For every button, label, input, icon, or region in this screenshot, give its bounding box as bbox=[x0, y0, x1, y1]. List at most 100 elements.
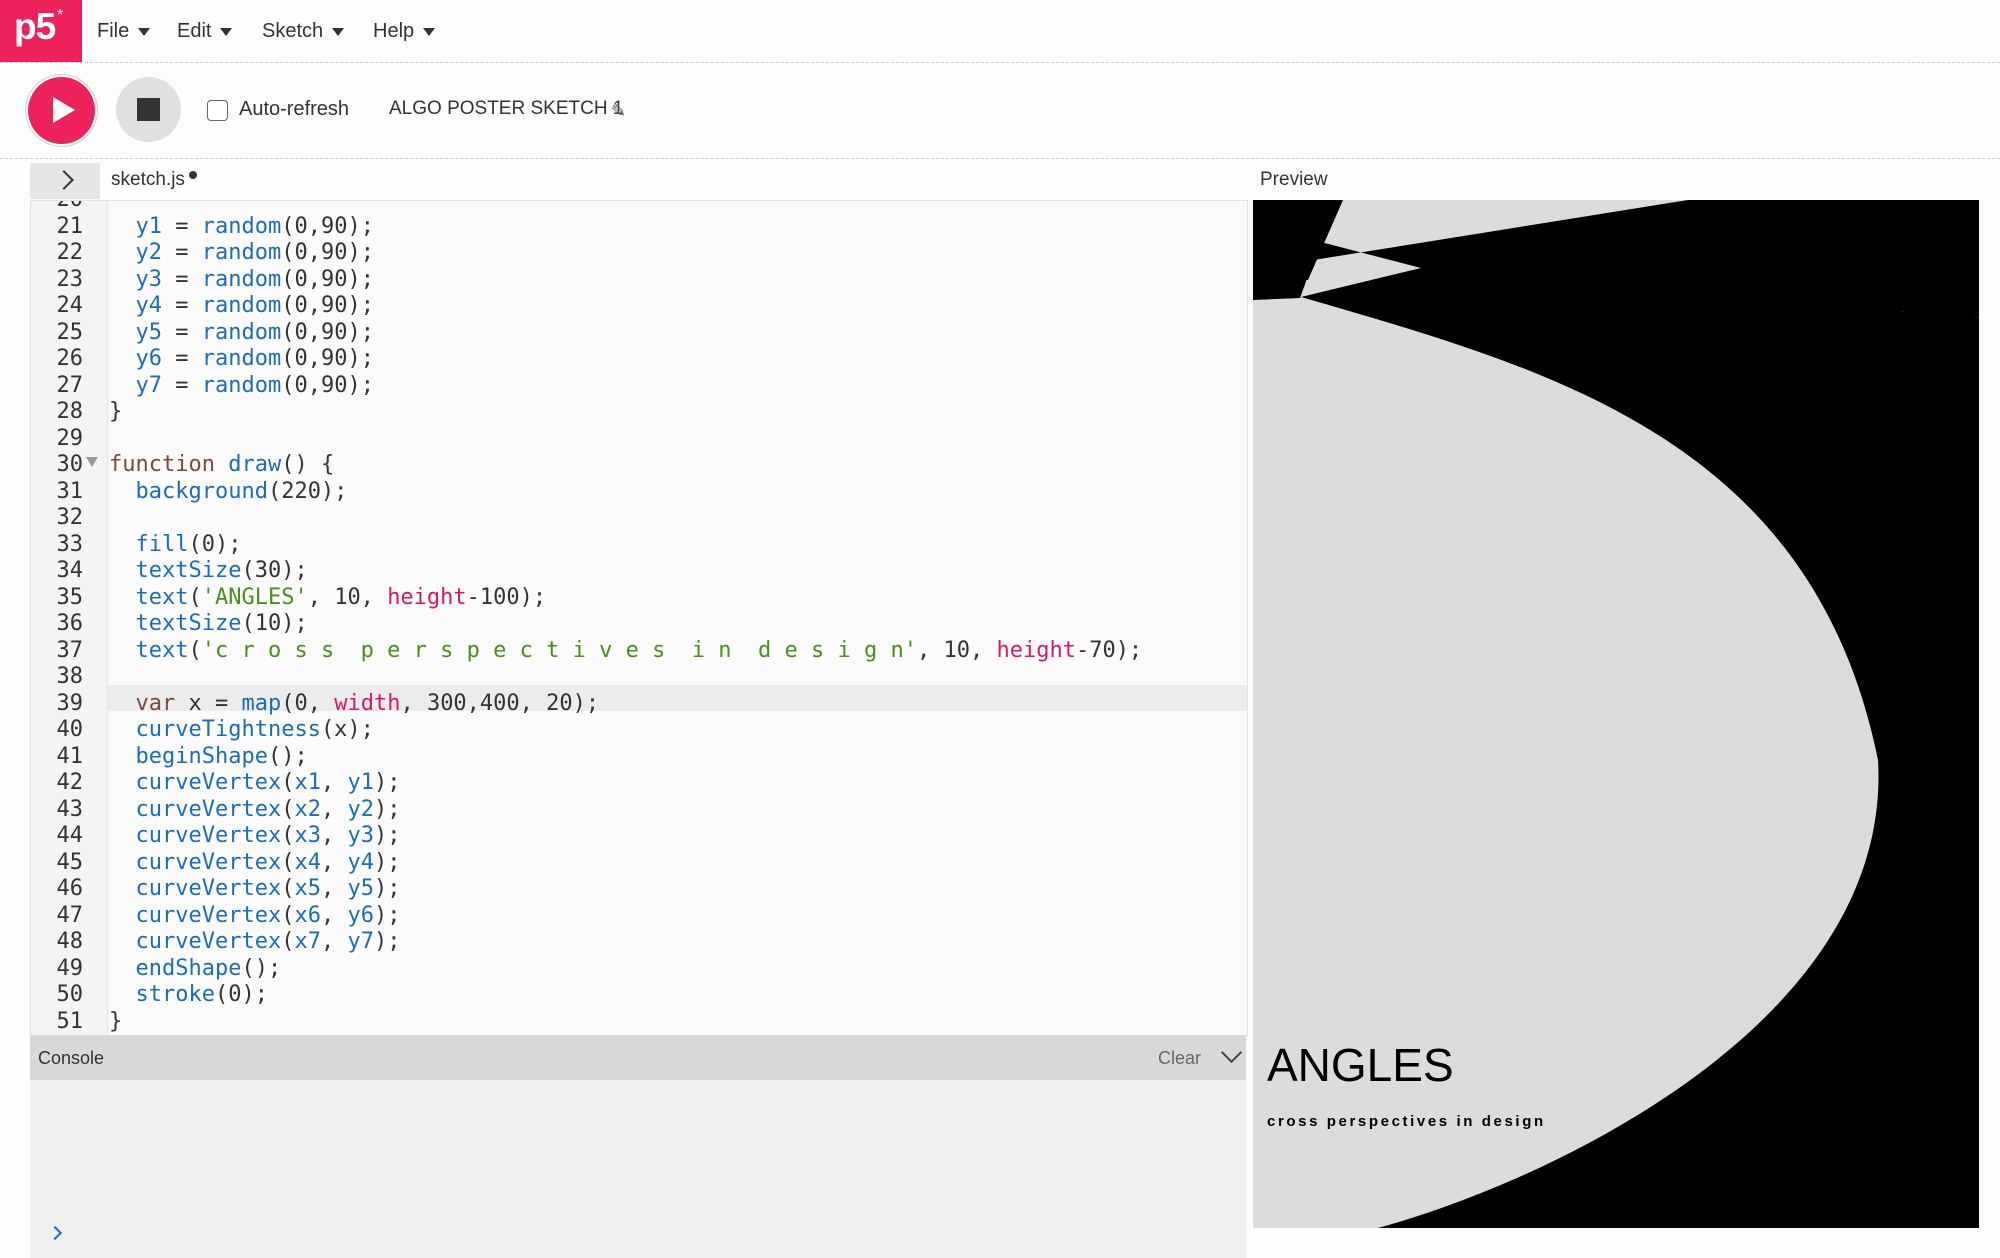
code-line[interactable]: endShape(); bbox=[109, 956, 282, 981]
pencil-icon[interactable]: ✎ bbox=[611, 101, 626, 122]
caret-down-icon bbox=[220, 27, 233, 36]
line-number: 43 bbox=[56, 796, 84, 822]
console-prompt-chevron-icon[interactable] bbox=[47, 1225, 63, 1241]
line-number: 26 bbox=[56, 346, 84, 371]
code-line[interactable]: curveVertex(x1, y1); bbox=[109, 770, 401, 795]
line-number: 20 bbox=[31, 201, 84, 212]
caret-down-icon bbox=[423, 27, 436, 36]
line-number: 35 bbox=[56, 584, 84, 610]
unsaved-indicator bbox=[189, 171, 197, 179]
line-number: 42 bbox=[56, 770, 84, 795]
code-line[interactable]: text('ANGLES', 10, height-100); bbox=[109, 585, 547, 610]
console-label: Console bbox=[38, 1048, 105, 1068]
code-line[interactable]: curveVertex(x6, y6); bbox=[109, 903, 401, 928]
line-number-gutter: 2021222324252627282930313233343536373839… bbox=[31, 201, 108, 1035]
code-line[interactable]: y3 = random(0,90); bbox=[109, 267, 374, 292]
play-icon bbox=[53, 97, 75, 123]
poster-title: ANGLES bbox=[1267, 1039, 1454, 1091]
fold-triangle-icon[interactable] bbox=[86, 457, 98, 467]
code-line[interactable]: } bbox=[109, 1009, 122, 1034]
line-number: 48 bbox=[56, 929, 84, 954]
line-number: 22 bbox=[56, 240, 84, 265]
menu-sketch[interactable]: Sketch bbox=[262, 20, 345, 43]
logo-asterisk: * bbox=[57, 7, 64, 24]
line-number: 39 bbox=[56, 690, 84, 716]
menu-sketch-label: Sketch bbox=[262, 20, 324, 42]
play-button[interactable] bbox=[28, 77, 95, 144]
logo-text: p5 bbox=[14, 6, 56, 47]
code-line[interactable]: } bbox=[109, 399, 122, 424]
line-number: 44 bbox=[56, 823, 84, 848]
code-line[interactable]: function draw() { bbox=[109, 452, 334, 477]
poster-shape-wedge bbox=[1253, 255, 1313, 300]
sidebar-toggle-button[interactable] bbox=[30, 163, 100, 199]
stop-icon bbox=[137, 98, 160, 121]
p5-logo[interactable]: p5 * bbox=[0, 0, 82, 62]
code-line[interactable]: textSize(30); bbox=[109, 558, 308, 583]
code-line[interactable]: y7 = random(0,90); bbox=[109, 373, 374, 398]
toolbar: Auto-refresh ALGO POSTER SKETCH 1 ✎ bbox=[0, 63, 2000, 159]
console-clear-button[interactable]: Clear bbox=[1158, 1048, 1201, 1069]
menu-bar: p5 * File Edit Sketch Help bbox=[0, 0, 2000, 63]
chevron-right-icon bbox=[54, 170, 74, 190]
code-line[interactable]: curveVertex(x4, y4); bbox=[109, 850, 401, 875]
menu-file-label: File bbox=[97, 20, 130, 42]
code-line[interactable]: y5 = random(0,90); bbox=[109, 320, 374, 345]
code-line[interactable]: curveVertex(x5, y5); bbox=[109, 876, 401, 901]
code-line[interactable]: y6 = random(0,90); bbox=[109, 346, 374, 371]
code-line[interactable]: stroke(0); bbox=[109, 982, 268, 1007]
line-number: 41 bbox=[56, 743, 84, 769]
line-number: 25 bbox=[56, 319, 84, 345]
code-editor[interactable]: 2021222324252627282930313233343536373839… bbox=[30, 200, 1248, 1036]
stop-button[interactable] bbox=[116, 77, 181, 142]
line-number: 38 bbox=[56, 664, 84, 689]
code-line[interactable]: background(220); bbox=[109, 479, 348, 504]
code-line[interactable]: curveVertex(x3, y3); bbox=[109, 823, 401, 848]
line-number: 27 bbox=[56, 372, 84, 398]
line-number: 45 bbox=[56, 849, 84, 875]
line-number: 32 bbox=[56, 505, 84, 530]
auto-refresh-checkbox[interactable] bbox=[207, 100, 228, 121]
file-tab-sketch-js[interactable]: sketch.js bbox=[111, 169, 185, 191]
line-number: 51 bbox=[56, 1008, 84, 1034]
code-line[interactable]: textSize(10); bbox=[109, 611, 308, 636]
caret-down-icon bbox=[332, 27, 345, 36]
preview-label: Preview bbox=[1260, 169, 1328, 190]
code-line[interactable]: y1 = random(0,90); bbox=[109, 214, 374, 239]
line-number: 49 bbox=[56, 955, 84, 981]
line-number: 50 bbox=[56, 982, 84, 1007]
line-number: 46 bbox=[56, 876, 84, 901]
code-line[interactable]: curveTightness(x); bbox=[109, 717, 374, 742]
menu-edit-label: Edit bbox=[177, 20, 212, 42]
code-line[interactable]: fill(0); bbox=[109, 532, 242, 557]
line-number: 30 bbox=[56, 452, 84, 477]
line-number: 40 bbox=[56, 717, 84, 742]
console-output bbox=[30, 1080, 1246, 1258]
line-number: 28 bbox=[56, 399, 84, 424]
console-header: Console Clear bbox=[30, 1035, 1246, 1080]
menu-edit[interactable]: Edit bbox=[177, 20, 233, 43]
code-line[interactable]: text('c r o s s p e r s p e c t i v e s … bbox=[109, 638, 1143, 663]
line-number: 23 bbox=[56, 266, 84, 292]
code-line[interactable]: curveVertex(x7, y7); bbox=[109, 929, 401, 954]
line-number: 34 bbox=[56, 558, 84, 583]
chevron-down-icon[interactable] bbox=[1220, 1041, 1243, 1064]
sketch-name[interactable]: ALGO POSTER SKETCH 1 bbox=[389, 98, 623, 120]
line-number: 29 bbox=[56, 425, 84, 451]
code-line[interactable]: y2 = random(0,90); bbox=[109, 240, 374, 265]
code-line[interactable]: var x = map(0, width, 300,400, 20); bbox=[109, 691, 600, 716]
line-number: 24 bbox=[56, 293, 84, 318]
line-number: 37 bbox=[56, 637, 84, 663]
auto-refresh-label[interactable]: Auto-refresh bbox=[239, 98, 349, 121]
code-line[interactable]: beginShape(); bbox=[109, 744, 308, 769]
line-number: 33 bbox=[56, 531, 84, 557]
code-line[interactable]: y4 = random(0,90); bbox=[109, 293, 374, 318]
menu-help-label: Help bbox=[373, 20, 415, 42]
menu-help[interactable]: Help bbox=[373, 20, 436, 43]
menu-file[interactable]: File bbox=[97, 20, 151, 43]
line-number: 31 bbox=[56, 478, 84, 504]
preview-canvas[interactable]: ANGLES cross perspectives in design bbox=[1253, 200, 1979, 1228]
line-number: 21 bbox=[56, 213, 84, 239]
code-line[interactable]: curveVertex(x2, y2); bbox=[109, 797, 401, 822]
line-number: 47 bbox=[56, 902, 84, 928]
